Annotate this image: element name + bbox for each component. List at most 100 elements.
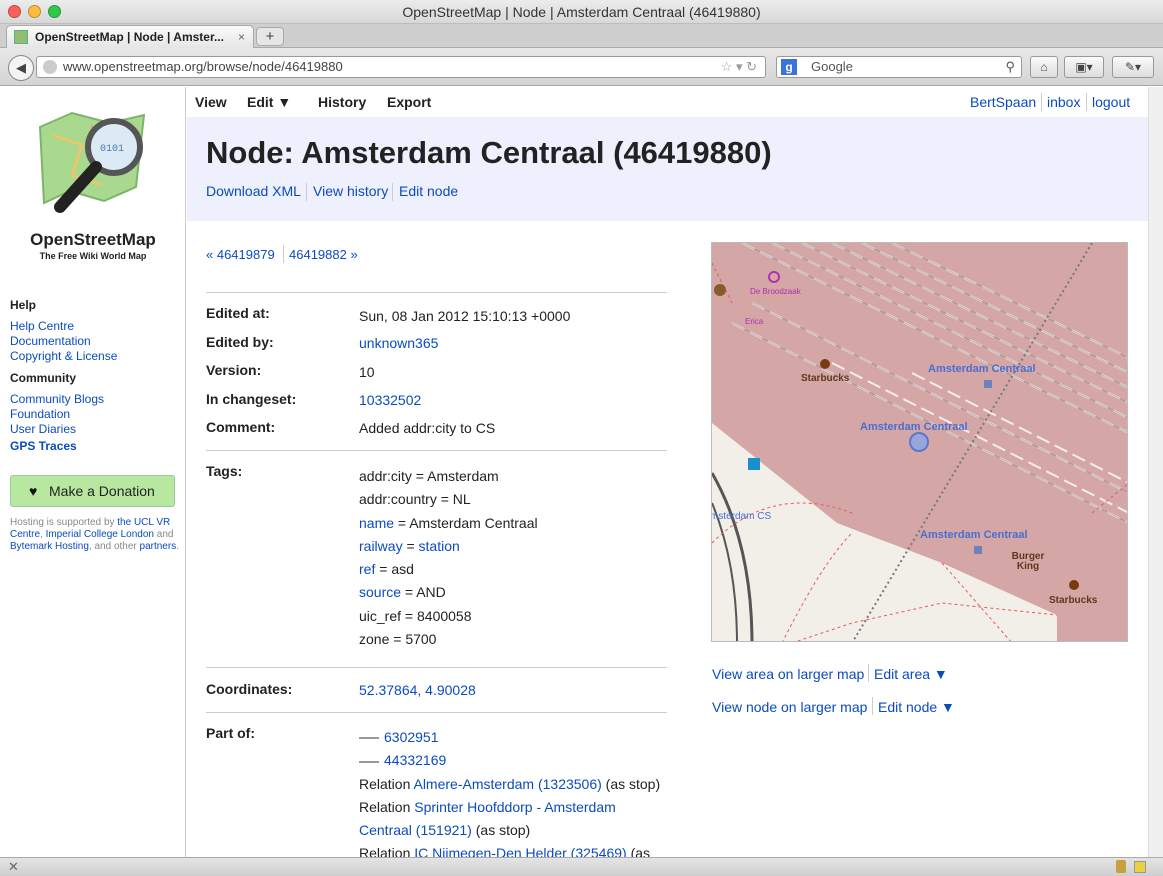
tag-eq: = — [401, 584, 417, 601]
tag-eq: = — [436, 491, 453, 508]
tab-view[interactable]: View — [195, 94, 227, 110]
divider — [306, 183, 307, 201]
user-link[interactable]: BertSpaan — [970, 94, 1036, 110]
tag-row: zone = 5700 — [359, 628, 538, 651]
hosting-note: Hosting is supported by the UCL VR Centr… — [10, 517, 180, 553]
community-blogs-link[interactable]: Community Blogs — [10, 392, 104, 406]
prev-node-link[interactable]: « 46419879 — [206, 247, 275, 262]
help-centre-link[interactable]: Help Centre — [10, 319, 74, 333]
browser-tab[interactable]: OpenStreetMap | Node | Amster... × — [6, 25, 254, 48]
google-icon[interactable]: g — [781, 59, 797, 75]
relation-link[interactable]: Sprinter Hoofddorp - Amsterdam — [414, 799, 616, 815]
bytemark-link[interactable]: Bytemark Hosting — [10, 541, 89, 552]
tab-export[interactable]: Export — [387, 94, 431, 110]
map-poi-label: Starbucks — [1049, 595, 1098, 606]
changeset-link[interactable]: 10332502 — [359, 392, 421, 408]
zoom-window-button[interactable] — [48, 5, 61, 18]
page-title: Node: Amsterdam Centraal (46419880) — [206, 135, 772, 170]
bookmarks-button[interactable]: ▣▾ — [1064, 56, 1104, 78]
edit-node-map-link[interactable]: Edit node ▼ — [878, 699, 955, 715]
way-link[interactable]: 44332169 — [384, 752, 446, 768]
view-history-link[interactable]: View history — [313, 183, 388, 199]
edit-node-link[interactable]: Edit node — [399, 183, 458, 199]
tag-value: AND — [416, 584, 446, 601]
vertical-scrollbar[interactable] — [1148, 87, 1163, 857]
edited-by-label: Edited by: — [206, 334, 274, 350]
tag-value-link[interactable]: station — [419, 538, 460, 554]
coordinates-link[interactable]: 52.37864, 4.90028 — [359, 682, 476, 698]
search-box[interactable]: g Google ⚲ — [776, 56, 1022, 78]
hosting-text: Hosting is supported by — [10, 517, 118, 528]
map-station-label: msterdam CS — [711, 511, 772, 522]
close-statusbar-icon[interactable]: ✕ — [8, 859, 19, 875]
logout-link[interactable]: logout — [1092, 94, 1130, 110]
osm-logo-icon[interactable]: 0101 — [32, 105, 152, 225]
globe-icon — [43, 60, 57, 74]
tag-eq: = — [401, 607, 417, 624]
help-heading: Help — [10, 298, 37, 312]
tag-eq: = — [411, 468, 428, 484]
edited-at-value: Sun, 08 Jan 2012 15:10:13 +0000 — [359, 308, 571, 324]
next-node-link[interactable]: 46419882 » — [289, 247, 358, 262]
view-node-link[interactable]: View node on larger map — [712, 699, 867, 715]
edited-at-label: Edited at: — [206, 305, 270, 321]
map-poi-label: Erica — [745, 317, 764, 326]
partners-link[interactable]: partners — [140, 541, 177, 552]
minimize-window-button[interactable] — [28, 5, 41, 18]
donate-button[interactable]: ♥ Make a Donation — [10, 475, 175, 507]
documentation-link[interactable]: Documentation — [10, 334, 91, 348]
divider — [1041, 93, 1042, 111]
new-tab-button[interactable]: + — [256, 27, 284, 46]
tag-row: ref = asd — [359, 558, 538, 581]
main-content: « 46419879 46419882 » Edited at: Sun, 08… — [187, 221, 1148, 861]
window-titlebar: OpenStreetMap | Node | Amsterdam Centraa… — [0, 0, 1163, 24]
edit-area-link[interactable]: Edit area ▼ — [874, 666, 948, 682]
hosting-text: and — [153, 529, 174, 540]
page-header: Node: Amsterdam Centraal (46419880) Down… — [187, 117, 1148, 221]
user-diaries-link[interactable]: User Diaries — [10, 422, 76, 436]
version-label: Version: — [206, 362, 262, 378]
relation-prefix: Relation — [359, 798, 415, 815]
relation-link[interactable]: Almere-Amsterdam (1323506) — [413, 776, 601, 792]
download-xml-link[interactable]: Download XML — [206, 183, 301, 199]
gps-traces-link[interactable]: GPS Traces — [10, 439, 77, 453]
tag-key-link[interactable]: railway — [359, 538, 403, 554]
view-area-link[interactable]: View area on larger map — [712, 666, 864, 682]
address-bar[interactable]: www.openstreetmap.org/browse/node/464198… — [36, 56, 766, 78]
list-item: Centraal (151921) (as stop) — [359, 819, 660, 842]
relation-link[interactable]: Centraal (151921) — [359, 822, 472, 838]
osm-favicon-icon — [14, 30, 28, 44]
divider — [872, 697, 873, 715]
node-map[interactable]: Amsterdam Centraal Amsterdam Centraal Am… — [711, 242, 1128, 642]
svg-text:0101: 0101 — [100, 144, 124, 155]
tag-key-link[interactable]: name — [359, 515, 394, 531]
edited-by-link[interactable]: unknown365 — [359, 335, 438, 351]
heart-icon: ♥ — [29, 483, 38, 499]
close-window-button[interactable] — [8, 5, 21, 18]
addon-icon[interactable] — [1134, 861, 1146, 873]
tag-key-link[interactable]: ref — [359, 561, 375, 577]
magnifier-icon[interactable]: ⚲ — [1005, 57, 1015, 77]
list-item: 44332169 — [359, 749, 660, 772]
way-link[interactable]: 6302951 — [384, 729, 439, 745]
tab-close-icon[interactable]: × — [238, 26, 245, 48]
reload-icon[interactable]: ☆ ▾ ↻ — [721, 57, 757, 77]
home-button[interactable]: ⌂ — [1030, 56, 1058, 78]
site-name[interactable]: OpenStreetMap — [0, 230, 186, 250]
tag-value: Amsterdam — [427, 468, 499, 484]
tag-key-link[interactable]: source — [359, 584, 401, 600]
community-heading: Community — [10, 371, 76, 385]
tab-edit[interactable]: Edit ▼ — [247, 94, 291, 110]
foundation-link[interactable]: Foundation — [10, 407, 70, 421]
way-icon — [359, 760, 379, 763]
copyright-link[interactable]: Copyright & License — [10, 349, 117, 363]
tab-history[interactable]: History — [318, 94, 366, 110]
divider — [206, 667, 667, 668]
back-button[interactable]: ◀ — [8, 55, 34, 81]
tools-button[interactable]: ✎▾ — [1112, 56, 1154, 78]
tag-key: addr:city — [359, 468, 412, 484]
imperial-link[interactable]: Imperial College London — [46, 529, 154, 540]
inbox-link[interactable]: inbox — [1047, 94, 1080, 110]
version-value: 10 — [359, 364, 375, 380]
search-placeholder: Google — [811, 59, 853, 74]
